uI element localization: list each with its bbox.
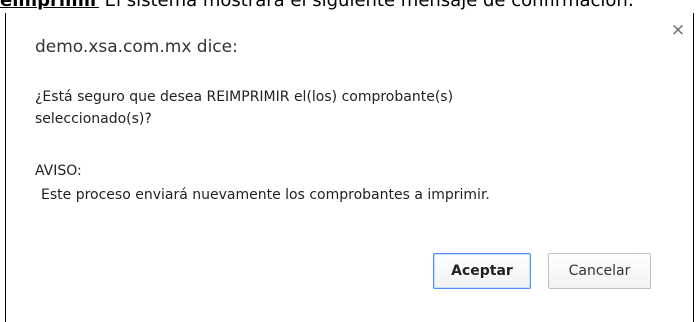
page: eimprimir El sistema mostrará el siguien… — [0, 0, 696, 322]
cancel-button[interactable]: Cancelar — [548, 253, 651, 289]
confirm-dialog: demo.xsa.com.mx dice: × ¿Está seguro que… — [5, 13, 694, 322]
notice-text: Este proceso enviará nuevamente los comp… — [41, 187, 490, 203]
question-line-2: seleccionado(s)? — [35, 111, 152, 127]
document-heading-bold: eimprimir — [0, 0, 99, 11]
question-line-1: ¿Está seguro que desea REIMPRIMIR el(los… — [35, 89, 454, 105]
dialog-title: demo.xsa.com.mx dice: — [35, 37, 238, 57]
document-heading-text: eimprimir El sistema mostrará el siguien… — [0, 0, 696, 11]
close-icon[interactable]: × — [670, 22, 686, 39]
document-heading-rest: El sistema mostrará el siguiente mensaje… — [98, 0, 634, 11]
accept-button[interactable]: Aceptar — [433, 253, 531, 289]
notice-heading: AVISO: — [35, 163, 82, 179]
